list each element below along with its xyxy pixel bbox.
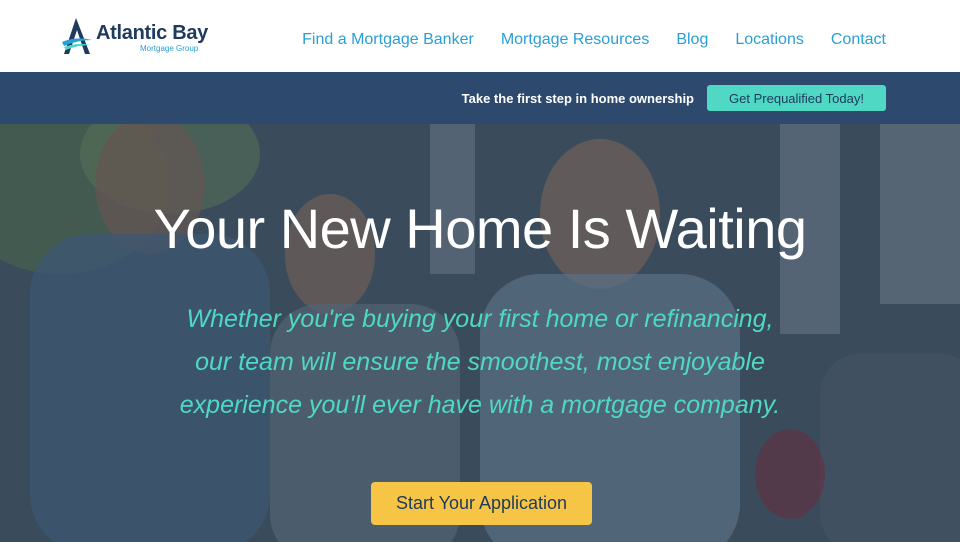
hero-section: Your New Home Is Waiting Whether you're … (0, 124, 960, 542)
nav-item-blog[interactable]: Blog (676, 31, 708, 49)
start-application-button[interactable]: Start Your Application (371, 482, 592, 525)
nav-item-mortgage-resources[interactable]: Mortgage Resources (501, 31, 650, 49)
nav-item-contact[interactable]: Contact (831, 31, 886, 49)
nav-item-find-banker[interactable]: Find a Mortgage Banker (302, 31, 474, 49)
get-prequalified-button[interactable]: Get Prequalified Today! (707, 85, 886, 111)
brand-logo[interactable]: Atlantic Bay Mortgage Group (60, 16, 210, 56)
promo-bar: Take the first step in home ownership Ge… (0, 72, 960, 124)
hero-subtitle-line: our team will ensure the smoothest, most… (195, 348, 765, 376)
nav-item-locations[interactable]: Locations (735, 31, 804, 49)
a-sail-logo-icon (62, 18, 92, 54)
main-nav: Find a Mortgage Banker Mortgage Resource… (302, 31, 886, 49)
site-header: Atlantic Bay Mortgage Group Find a Mortg… (0, 0, 960, 72)
hero-title: Your New Home Is Waiting (153, 197, 808, 260)
brand-name: Atlantic Bay (96, 22, 208, 44)
hero-subtitle: Whether you're buying your first home or… (130, 298, 830, 427)
promo-text: Take the first step in home ownership (461, 91, 694, 106)
hero-subtitle-line: Whether you're buying your first home or… (186, 305, 774, 333)
brand-tagline: Mortgage Group (140, 44, 199, 53)
hero-subtitle-line: experience you'll ever have with a mortg… (179, 391, 781, 419)
